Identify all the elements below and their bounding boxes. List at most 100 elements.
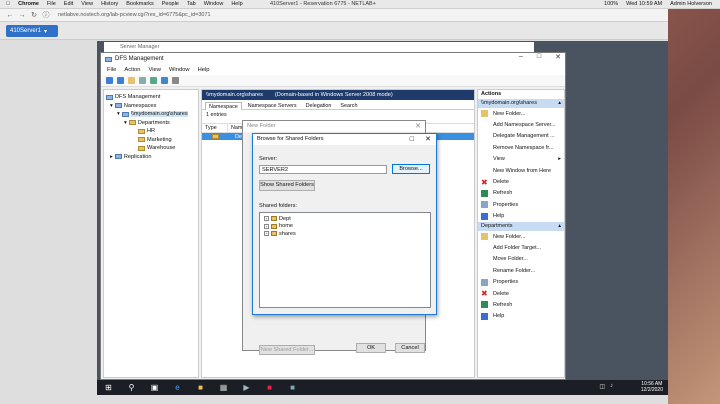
tree-item-marketing[interactable]: Marketing [104,136,198,145]
tree-item-departments[interactable]: ▾ Departments [104,119,198,128]
column-type[interactable]: Type [202,124,228,132]
expand-icon[interactable]: ▾ [117,111,120,117]
action-help-2[interactable]: Help [478,311,564,322]
menu-history[interactable]: History [101,1,118,7]
dfs-menu-window[interactable]: Window [169,67,190,73]
action-delete-2[interactable]: ✖ Delete [478,288,564,299]
forward-icon[interactable] [117,77,124,84]
back-icon[interactable] [106,77,113,84]
action-remove-namespace[interactable]: Remove Namespace fr... [478,142,564,153]
menu-tab[interactable]: Tab [187,1,196,7]
clock[interactable]: Wed 10:59 AM [626,1,662,7]
tab-namespace-servers[interactable]: Namespace Servers [245,102,300,110]
view-icon[interactable] [172,77,179,84]
dfs-menu-action[interactable]: Action [124,67,140,73]
ok-button[interactable]: OK [356,343,386,353]
action-add-folder-target[interactable]: Add Folder Target... [478,242,564,253]
expand-icon[interactable]: + [264,223,269,229]
action-view[interactable]: View ▸ [478,154,564,165]
volume-icon[interactable]: ♪ [610,383,613,390]
tab-search[interactable]: Search [337,102,360,110]
menu-help[interactable]: Help [231,1,242,7]
list-item[interactable]: + home [260,223,430,231]
dfs-taskbar-icon[interactable]: ■ [281,380,304,395]
minimize-icon[interactable]: – [519,53,523,61]
tree-item-dfs-management[interactable]: DFS Management [104,93,198,102]
tab-namespace[interactable]: Namespace [205,102,242,110]
expand-icon[interactable]: ▸ [110,154,113,160]
windows-start-icon[interactable]: ⊞ [97,380,120,395]
battery-status[interactable]: 100% [604,1,618,7]
reload-icon[interactable]: ↻ [30,11,38,19]
maximize-icon[interactable]: □ [537,53,541,61]
expand-icon[interactable]: + [264,216,269,222]
menu-view[interactable]: View [81,1,93,7]
dfs-menu-file[interactable]: File [107,67,116,73]
dfs-menu-view[interactable]: View [148,67,160,73]
properties-icon[interactable] [139,77,146,84]
action-refresh[interactable]: Refresh [478,188,564,199]
expand-icon[interactable]: ▾ [110,103,113,109]
server-field[interactable]: SERVER2 [259,165,387,174]
new-shared-folder-button[interactable]: New Shared Folder... [259,345,315,355]
browse-button[interactable]: Browse... [392,164,430,174]
menu-window[interactable]: Window [204,1,224,7]
refresh-icon[interactable] [150,77,157,84]
cancel-button[interactable]: Cancel [395,343,425,353]
show-shared-folders-button[interactable]: Show Shared Folders [259,180,315,191]
close-icon[interactable]: ✕ [425,134,431,145]
menu-edit[interactable]: Edit [64,1,73,7]
action-help[interactable]: Help [478,211,564,222]
expand-icon[interactable]: + [264,231,269,237]
list-item[interactable]: + Dept [260,215,430,223]
action-add-namespace-server[interactable]: Add Namespace Server... [478,119,564,130]
action-properties[interactable]: Properties [478,199,564,210]
server-tab[interactable]: 410Server1 ▾ [6,25,58,37]
app-icon[interactable]: ■ [258,380,281,395]
edge-icon[interactable]: e [166,380,189,395]
list-item[interactable]: + shares [260,230,430,238]
apple-icon[interactable]:  [6,1,10,7]
tree-item-shares[interactable]: ▾ \\mydomain.org\shares [104,110,198,119]
remote-desktop[interactable]: Server Manager DFS Management – □ ✕ File… [97,41,668,395]
close-icon[interactable]: ✕ [555,53,561,61]
taskbar-clock[interactable]: 10:56 AM 12/2/2020 [641,381,663,393]
tree-item-replication[interactable]: ▸ Replication [104,153,198,162]
expand-icon[interactable]: ▾ [124,120,127,126]
action-new-folder-2[interactable]: New Folder... [478,231,564,242]
tab-delegation[interactable]: Delegation [303,102,335,110]
powershell-icon[interactable]: ▶ [235,380,258,395]
task-view-icon[interactable]: ▣ [143,380,166,395]
actions-section-departments[interactable]: Departments ▴ [478,221,564,231]
action-properties-2[interactable]: Properties [478,276,564,287]
tree-item-warehouse[interactable]: Warehouse [104,144,198,153]
action-rename-folder[interactable]: Rename Folder... [478,265,564,276]
server-manager-icon[interactable]: ▦ [212,380,235,395]
menu-bookmarks[interactable]: Bookmarks [126,1,154,7]
tree-item-namespaces[interactable]: ▾ Namespaces [104,102,198,111]
forward-icon[interactable]: → [18,12,26,19]
folder-icon[interactable] [128,77,135,84]
close-icon[interactable]: ✕ [415,122,421,130]
menu-people[interactable]: People [162,1,179,7]
file-explorer-icon[interactable]: ■ [189,380,212,395]
menu-file[interactable]: File [47,1,56,7]
back-icon[interactable]: ← [6,12,14,19]
user-name[interactable]: Admin Holverson [670,1,712,7]
action-refresh-2[interactable]: Refresh [478,299,564,310]
url-text[interactable]: netlabve.nostech.org/lab-pcview.cgi?res_… [58,12,211,18]
help-icon[interactable] [161,77,168,84]
search-icon[interactable]: ⚲ [120,380,143,395]
action-new-folder[interactable]: New Folder... [478,108,564,119]
maximize-icon[interactable]: □ [410,134,414,145]
action-move-folder[interactable]: Move Folder... [478,254,564,265]
tree-item-hr[interactable]: HR [104,127,198,136]
actions-section-shares[interactable]: \\mydomain.org\shares ▴ [478,99,564,108]
dfs-menu-help[interactable]: Help [198,67,210,73]
action-delegate-management[interactable]: Delegate Management ... [478,131,564,142]
network-icon[interactable]: ◫ [599,383,605,390]
info-icon[interactable]: ⓘ [42,10,50,20]
action-delete[interactable]: ✖ Delete [478,176,564,187]
action-new-window[interactable]: New Window from Here [478,165,564,176]
app-menu[interactable]: Chrome [18,1,39,7]
